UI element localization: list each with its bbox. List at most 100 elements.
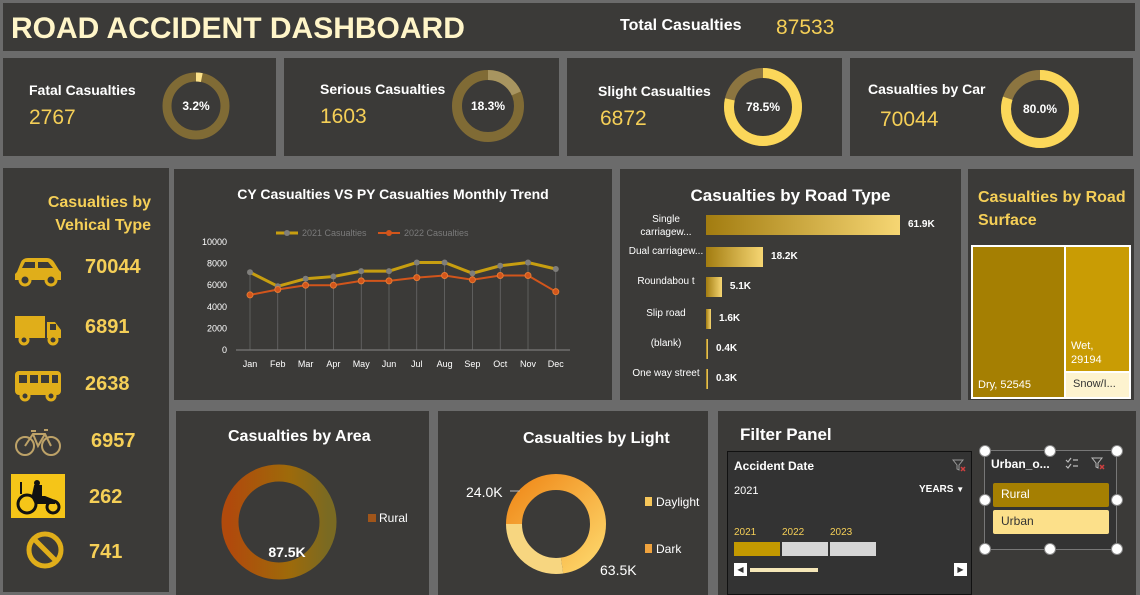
vehicle-value: 6957 [91, 430, 136, 452]
data-point[interactable] [357, 277, 365, 285]
vehicle-row-tractor[interactable]: 262 [3, 474, 169, 518]
timeline-selected-year: 2021 [734, 485, 759, 497]
road-type-bar[interactable] [706, 247, 764, 267]
data-point[interactable] [413, 274, 421, 282]
vehicle-row-bus[interactable]: 2638 [3, 365, 169, 409]
data-point[interactable] [441, 271, 449, 279]
data-point[interactable] [524, 271, 532, 279]
road-type-row[interactable]: Single carriagew... 61.9K [626, 213, 956, 241]
road-type-row[interactable]: One way street 0.3K [626, 367, 956, 395]
data-point[interactable] [302, 281, 310, 289]
vehicle-row-car[interactable]: 70044 [3, 248, 169, 292]
data-point[interactable] [274, 286, 282, 294]
legend-dark[interactable]: Dark [645, 542, 681, 556]
slicer-option-urban[interactable]: Urban [993, 510, 1109, 534]
data-point[interactable] [386, 268, 392, 275]
data-point[interactable] [497, 262, 504, 269]
legend-label: 2021 Casualties [302, 228, 367, 238]
timeline-year-2023[interactable]: 2023 [830, 527, 852, 538]
x-tick-label: May [353, 359, 371, 369]
vehicle-row-truck[interactable]: 6891 [3, 308, 169, 352]
data-point[interactable] [552, 266, 559, 272]
multi-select-icon[interactable] [1065, 457, 1079, 470]
timeline-scrollbar[interactable] [750, 568, 818, 572]
kpi-card-fatal[interactable]: Fatal Casualties 2767 3.2% [3, 58, 276, 156]
data-point[interactable] [302, 275, 309, 282]
treemap-tile-wet[interactable]: Wet, 29194 [1066, 247, 1129, 371]
slicer-header: Urban_o... [991, 457, 1050, 471]
scroll-right-button[interactable]: ▶ [954, 563, 967, 576]
light-panel: Casualties by Light 24.0K 63.5K Daylight… [438, 411, 708, 595]
road-type-row[interactable]: (blank) 0.4K [626, 337, 956, 365]
kpi-donut: 80.0% [1001, 70, 1079, 148]
urban-rural-slicer[interactable]: Urban_o... Rural Urban [984, 450, 1117, 550]
road-type-row[interactable]: Dual carriagew... 18.2K [626, 245, 956, 273]
data-point[interactable] [525, 259, 531, 266]
data-point[interactable] [441, 259, 448, 266]
car-icon [15, 258, 61, 287]
data-point[interactable] [358, 268, 365, 275]
timeline-bar-2021[interactable] [734, 542, 780, 556]
resize-handle[interactable] [979, 445, 991, 457]
tile-label: Wet, 29194 [1071, 340, 1102, 366]
data-point[interactable] [496, 271, 504, 279]
road-type-row[interactable]: Roundabou t 5.1K [626, 275, 956, 303]
vehicle-row-other[interactable]: 741 [3, 530, 169, 574]
area-legend[interactable]: Rural [368, 511, 408, 525]
legend-swatch [368, 514, 376, 522]
road-type-bar[interactable] [706, 277, 722, 297]
road-type-row[interactable]: Slip road 1.6K [626, 307, 956, 335]
road-type-bar[interactable] [706, 215, 900, 235]
resize-handle[interactable] [1044, 543, 1056, 555]
legend-label: Dark [656, 542, 682, 556]
resize-handle[interactable] [1111, 445, 1123, 457]
road-type-bar[interactable] [706, 369, 708, 389]
monthly-trend-panel: CY Casualties VS PY Casualties Monthly T… [174, 169, 612, 400]
data-point[interactable] [413, 259, 420, 266]
resize-handle[interactable] [1111, 494, 1123, 506]
data-point[interactable] [329, 281, 337, 289]
timeline-year-2021[interactable]: 2021 [734, 527, 756, 538]
resize-handle[interactable] [1111, 543, 1123, 555]
road-type-value: 5.1K [729, 281, 752, 292]
x-tick-label: Jan [243, 359, 258, 369]
resize-handle[interactable] [1044, 445, 1056, 457]
kpi-card-slight[interactable]: Slight Casualties 6872 78.5% [567, 58, 842, 156]
y-tick-label: 4000 [207, 302, 227, 312]
road-type-bar[interactable] [706, 309, 712, 329]
data-point[interactable] [385, 277, 393, 285]
resize-handle[interactable] [979, 494, 991, 506]
vehicle-row-bicycle[interactable]: 6957 [3, 422, 169, 466]
data-point[interactable] [552, 288, 560, 296]
data-point[interactable] [330, 273, 337, 280]
kpi-card-serious[interactable]: Serious Casualties 1603 18.3% [284, 58, 559, 156]
series-line-2021-casualties[interactable] [249, 260, 557, 288]
treemap-tile-snow[interactable]: Snow/I... [1066, 373, 1129, 397]
road-surface-title: Casualties by Road Surface [978, 189, 1126, 229]
date-timeline[interactable]: Accident Date 2021 YEARS ▼ 2021 2022 202… [727, 451, 972, 595]
legend-2021[interactable]: 2021 Casualties [276, 228, 367, 238]
kpi-card-car[interactable]: Casualties by Car 70044 80.0% [850, 58, 1133, 156]
legend-daylight[interactable]: Daylight [645, 495, 699, 509]
legend-2022[interactable]: 2022 Casualties [378, 228, 469, 238]
slicer-option-rural[interactable]: Rural [993, 483, 1109, 507]
clear-filter-icon[interactable] [1091, 456, 1105, 470]
resize-handle[interactable] [979, 543, 991, 555]
data-point[interactable] [468, 276, 476, 284]
trend-chart: 2021 Casualties 2022 Casualties 10000 800… [202, 228, 570, 369]
bicycle-icon [15, 429, 61, 456]
x-tick-label: Dec [548, 359, 565, 369]
timeline-bar-2023[interactable] [830, 542, 876, 556]
data-point[interactable] [469, 270, 476, 277]
legend-swatch [645, 497, 652, 506]
timeline-bar-2022[interactable] [782, 542, 828, 556]
data-point[interactable] [246, 291, 254, 299]
timeline-period-dropdown[interactable]: YEARS ▼ [919, 484, 964, 495]
timeline-year-2022[interactable]: 2022 [782, 527, 804, 538]
clear-filter-icon[interactable] [952, 458, 966, 472]
scroll-left-button[interactable]: ◀ [734, 563, 747, 576]
data-point[interactable] [247, 269, 253, 276]
treemap-tile-dry[interactable]: Dry, 52545 [973, 247, 1064, 397]
road-type-bar[interactable] [706, 339, 708, 359]
series-line-2022-casualties[interactable] [249, 274, 557, 296]
